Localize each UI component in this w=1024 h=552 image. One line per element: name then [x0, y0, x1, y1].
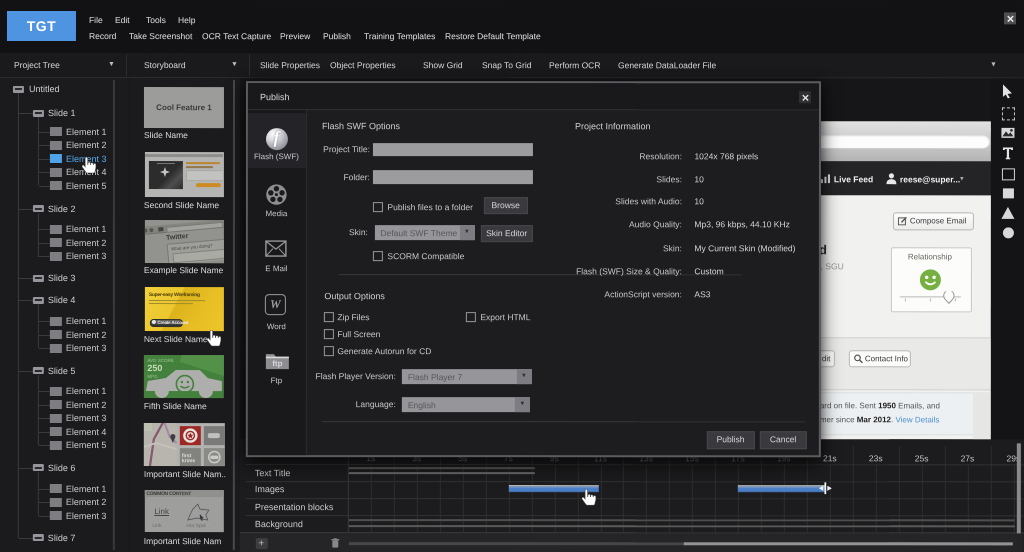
svg-text:ftp: ftp: [272, 359, 282, 368]
